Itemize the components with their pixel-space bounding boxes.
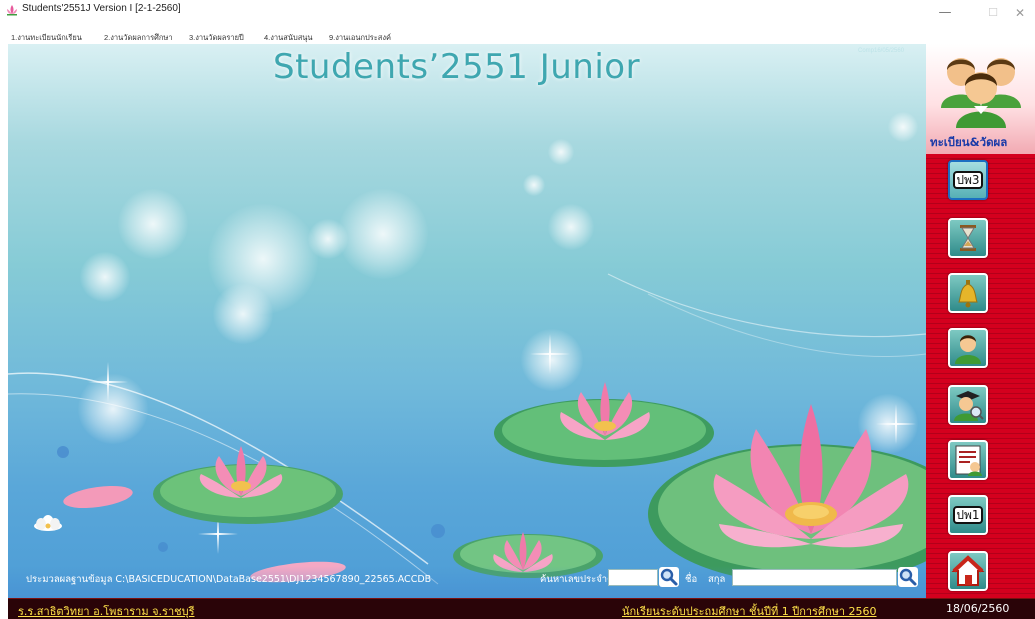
sidebar-title: ทะเบียน&วัดผล bbox=[930, 135, 1008, 149]
window-title: Students'2551J Version I [2-1-2560] bbox=[22, 3, 181, 14]
student-id-input[interactable] bbox=[608, 569, 658, 586]
time-button[interactable] bbox=[948, 218, 988, 258]
name-label: ชื่อ bbox=[685, 574, 698, 585]
right-sidebar: ทะเบียน&วัดผล ปพ3 ปพ1 bbox=[926, 44, 1035, 598]
pp3-button[interactable]: ปพ3 bbox=[948, 160, 988, 200]
pp3-icon: ปพ3 bbox=[953, 171, 983, 189]
students-group-icon bbox=[941, 58, 1021, 128]
surname-label: สกุล bbox=[708, 574, 726, 585]
version-note: Comp16/05/2560 bbox=[858, 48, 905, 54]
search-icon bbox=[899, 568, 917, 586]
current-date: 18/06/2560 bbox=[946, 602, 1010, 615]
app-heading: Students’2551 Junior bbox=[273, 47, 641, 87]
data-report-icon bbox=[955, 445, 982, 476]
bell-icon bbox=[958, 280, 978, 308]
name-search-input[interactable] bbox=[732, 569, 897, 586]
home-icon bbox=[951, 555, 985, 586]
maximize-button[interactable]: ☐ bbox=[978, 4, 1008, 22]
search-name-button[interactable] bbox=[898, 567, 918, 587]
pp1-icon: ปพ1 bbox=[953, 506, 983, 524]
menu-support[interactable]: 4.งานสนับสนุน bbox=[264, 32, 313, 44]
menu-bar: 1.งานทะเบียนนักเรียน 2.งานวัดผลการศึกษา … bbox=[0, 32, 1035, 44]
sidebar-header: ทะเบียน&วัดผล bbox=[926, 44, 1035, 154]
title-bar: Students'2551J Version I [2-1-2560] — ☐ … bbox=[0, 0, 1035, 30]
data-report-button[interactable] bbox=[948, 440, 988, 480]
menu-assessment[interactable]: 2.งานวัดผลการศึกษา bbox=[104, 32, 173, 44]
student-icon bbox=[955, 335, 981, 364]
graduate-search-icon bbox=[954, 391, 984, 421]
student-button[interactable] bbox=[948, 328, 988, 368]
home-button[interactable] bbox=[948, 551, 988, 591]
menu-annual-assessment[interactable]: 3.งานวัดผลรายปี bbox=[189, 32, 244, 44]
database-path-label: ประมวลผลฐานข้อมูล C:\BASICEDUCATION\Data… bbox=[26, 574, 432, 585]
menu-general-purpose[interactable]: 9.งานเอนกประสงค์ bbox=[329, 32, 391, 44]
lotus-illustration bbox=[34, 382, 926, 584]
minimize-button[interactable]: — bbox=[930, 4, 960, 22]
graduate-search-button[interactable] bbox=[948, 385, 988, 425]
search-icon bbox=[660, 568, 678, 586]
menu-student-registration[interactable]: 1.งานทะเบียนนักเรียน bbox=[11, 32, 82, 44]
search-id-label: ค้นหาเลขประจำตัว bbox=[540, 574, 619, 585]
hourglass-icon bbox=[960, 225, 976, 251]
bell-button[interactable] bbox=[948, 273, 988, 313]
school-name: ร.ร.สาธิตวิทยา อ.โพธาราม จ.ราชบุรี bbox=[18, 605, 195, 618]
status-bar: ร.ร.สาธิตวิทยา อ.โพธาราม จ.ราชบุรี นักเร… bbox=[8, 598, 1035, 619]
search-id-button[interactable] bbox=[659, 567, 679, 587]
app-lotus-icon bbox=[7, 5, 17, 16]
close-button[interactable]: ✕ bbox=[1005, 4, 1035, 22]
class-level-text: นักเรียนระดับประถมศึกษา ชั้นปีที่ 1 ปีกา… bbox=[622, 605, 877, 618]
main-background: Students’2551 Junior Comp16/05/2560 ประม… bbox=[8, 44, 926, 598]
pp1-button[interactable]: ปพ1 bbox=[948, 495, 988, 535]
